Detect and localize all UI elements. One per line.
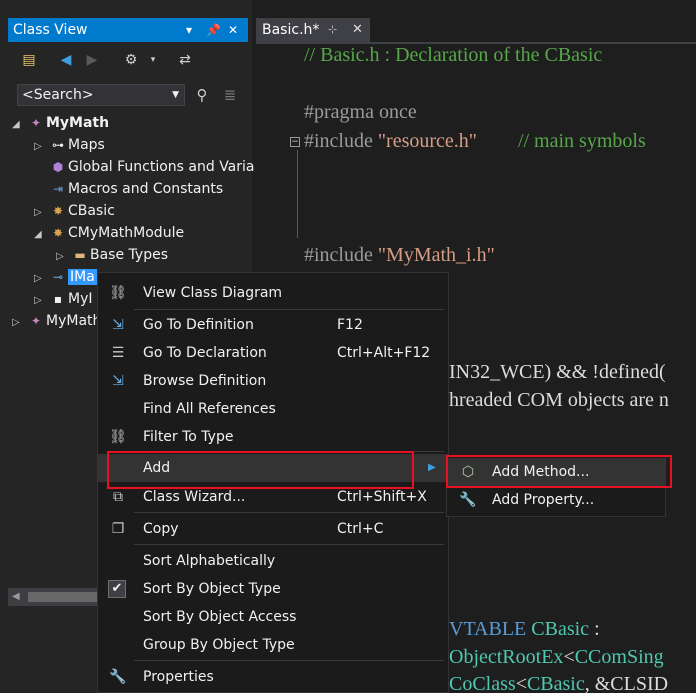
code-line: hreaded COM objects are n [449,389,669,411]
code-line: #include "MyMath_i.h" [304,244,495,266]
checkmark-icon: ✔ [108,580,126,598]
maps-icon: ⊶ [52,138,64,152]
class-diagram-icon: ⛓ [109,285,127,301]
forward-icon[interactable]: ▶ [83,51,101,69]
menu-item-go-to-declaration[interactable]: ☰ Go To Declaration Ctrl+Alt+F12 [98,339,448,367]
class-icon: ✸ [52,226,64,240]
settings-dropdown-icon[interactable]: ▾ [144,51,162,69]
go-to-definition-icon: ⇲ [112,317,124,333]
add-property-icon: 🔧 [459,492,477,508]
tree-item-base-types[interactable]: ▷ ▬ Base Types [56,244,168,266]
dropdown-icon[interactable]: ▾ [186,18,192,42]
tree-item-cmymathmodule[interactable]: ◢ ✸ CMyMathModule [34,222,184,244]
code-line: #include "resource.h" // main symbols [304,130,646,152]
collapsed-arrow-icon[interactable]: ▷ [56,246,70,268]
highlight-box-add [107,451,414,489]
menu-separator [134,309,444,310]
code-line: ObjectRootEx<CComSing [449,646,664,668]
code-line: #pragma once [304,101,417,123]
menu-item-sort-alphabetically[interactable]: Sort Alphabetically [98,547,448,575]
struct-icon: ▪ [53,292,63,306]
menu-separator [134,544,444,545]
menu-separator [134,660,444,661]
back-icon[interactable]: ◀ [57,51,75,69]
menu-item-copy[interactable]: ❐ Copy Ctrl+C [98,515,448,543]
menu-item-filter-to-type[interactable]: ⛓ Filter To Type [98,423,448,451]
code-line: // Basic.h : Declaration of the CBasic [304,44,603,66]
close-icon[interactable]: ✕ [228,18,238,42]
highlight-box-add-method [446,455,672,488]
menu-item-sort-by-object-type[interactable]: ✔ Sort By Object Type [98,575,448,603]
tree-item-cbasic[interactable]: ▷ ✸ CBasic [34,200,115,222]
search-settings-icon[interactable]: ≣ [221,86,239,104]
pin-icon[interactable]: 📌 [206,18,221,42]
tree-item-macros[interactable]: ⇥ Macros and Constants [34,178,223,200]
gear-icon[interactable]: ⚙ [122,51,140,69]
menu-item-go-to-definition[interactable]: ⇲ Go To Definition F12 [98,311,448,339]
go-to-declaration-icon: ☰ [111,345,125,361]
filter-type-icon: ⛓ [109,429,127,445]
class-view-toolbar: ▤ ◀ ▶ ⚙ ▾ ⇄ [8,44,248,76]
class-icon: ✸ [52,204,64,218]
tab-close-icon[interactable]: ✕ [352,18,363,42]
project-icon: ✦ [30,116,42,130]
tab-basic-h[interactable]: Basic.h* ⊹ ✕ [256,18,370,42]
menu-item-find-all-references[interactable]: Find All References [98,395,448,423]
collapsed-arrow-icon[interactable]: ▷ [34,268,48,290]
folder-icon: ▬ [74,248,86,262]
collapsed-arrow-icon[interactable]: ▷ [34,290,48,312]
tree-item-struct[interactable]: ▷ ▪ MyI [34,288,93,310]
menu-item-properties[interactable]: 🔧 Properties [98,663,448,691]
project-icon: ✦ [30,314,42,328]
collapse-icon[interactable]: − [290,137,300,147]
tree-item-interface[interactable]: ▷ ⊸ IMa [34,266,97,288]
outline-guide [297,150,298,238]
search-icon[interactable]: ⚲ [193,86,211,104]
macros-icon: ⇥ [52,182,64,196]
interface-icon: ⊸ [52,270,64,284]
code-line: VTABLE CBasic : [449,618,600,640]
search-dropdown-icon[interactable]: ▼ [172,85,179,105]
search-input[interactable]: <Search> ▼ [17,84,185,106]
class-view-title-bar: Class View ▾ 📌 ✕ [8,18,248,42]
scroll-left-icon[interactable]: ◀ [12,588,20,606]
tree-item-maps[interactable]: ▷ ⊶ Maps [34,134,105,156]
references-icon[interactable]: ⇄ [176,51,194,69]
menu-item-sort-by-object-access[interactable]: Sort By Object Access [98,603,448,631]
collapsed-arrow-icon[interactable]: ▷ [34,202,48,224]
new-folder-icon[interactable]: ▤ [20,51,38,69]
submenu-arrow-icon: ▶ [428,462,436,473]
tab-pin-icon[interactable]: ⊹ [328,18,337,42]
tree-item-global-functions[interactable]: ⬢ Global Functions and Varia [34,156,255,178]
tree-item-project-2[interactable]: ▷ ✦ MyMath [12,310,101,332]
menu-item-view-class-diagram[interactable]: ⛓ View Class Diagram [98,279,448,307]
menu-item-browse-definition[interactable]: ⇲ Browse Definition [98,367,448,395]
collapsed-arrow-icon[interactable]: ▷ [34,136,48,158]
collapsed-arrow-icon[interactable]: ▷ [12,312,26,334]
menu-separator [134,512,444,513]
expanded-arrow-icon[interactable]: ◢ [34,224,48,246]
menu-item-group-by-object-type[interactable]: Group By Object Type [98,631,448,659]
tree-item-project[interactable]: ◢ ✦ MyMath [12,112,109,134]
code-line: CoClass<CBasic, &CLSID [449,673,669,693]
class-view-title: Class View [13,22,88,38]
global-functions-icon: ⬢ [52,160,64,174]
copy-icon: ❐ [111,521,125,537]
expanded-arrow-icon[interactable]: ◢ [12,114,26,136]
wrench-icon: 🔧 [109,669,127,685]
menu-item-add-property[interactable]: 🔧 Add Property... [447,486,665,514]
browse-definition-icon: ⇲ [112,373,124,389]
code-line: IN32_WCE) && !defined( [449,361,666,383]
